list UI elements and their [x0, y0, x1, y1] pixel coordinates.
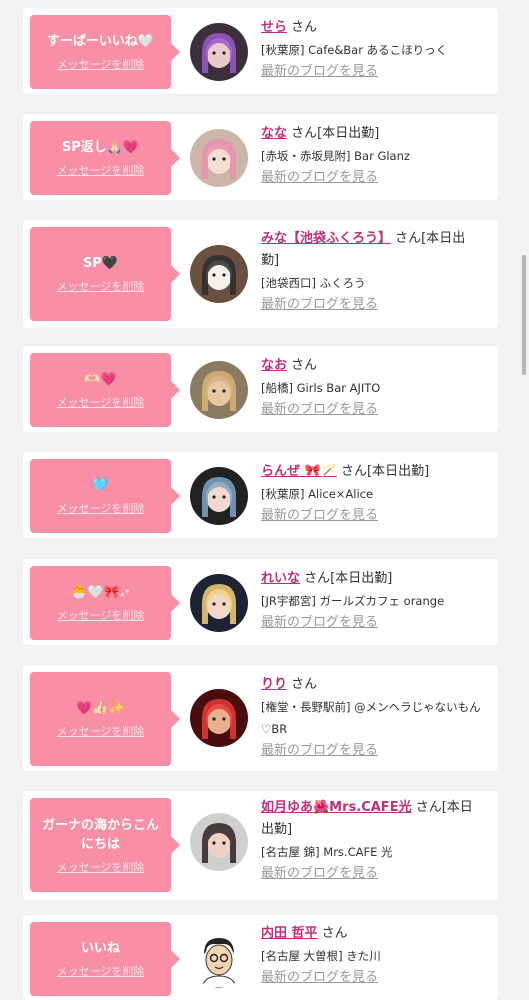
message-bubble: 🐣🤍🎀.· メッセージを削除	[30, 566, 180, 640]
latest-blog-link[interactable]: 最新のブログを見る	[261, 863, 483, 885]
sender-line: りり さん	[261, 674, 483, 696]
message-card: 🫶🏻💗 メッセージを削除 なお さん [船橋] Girls Bar AJITO 最新のブ…	[23, 346, 498, 432]
message-card: 🐣🤍🎀.· メッセージを削除 れいな さん[本日出勤] [JR宇都宮] ガールズカフェ…	[23, 559, 498, 645]
sender-info: らんぜ 🎀🪄 さん[本日出勤] [秋葉原] Alice×Alice 最新のブログを見…	[261, 461, 483, 527]
latest-blog-link[interactable]: 最新のブログを見る	[261, 167, 483, 189]
sender-suffix: さん	[287, 677, 318, 692]
message-card: 🩵 メッセージを削除 らんぜ 🎀🪄 さん[本日出勤] [秋葉原] Alice×Alic…	[23, 452, 498, 538]
sender-name-link[interactable]: れいな	[261, 571, 300, 586]
delete-message-link[interactable]: メッセージを削除	[57, 723, 145, 739]
message-bubble: 💗👍🏻✨ メッセージを削除	[30, 672, 180, 766]
avatar[interactable]	[190, 23, 248, 81]
sender-info: せら さん [秋葉原] Cafe&Bar あるこほりっく最新のブログを見る	[261, 17, 483, 83]
message-text: 💗👍🏻✨	[76, 701, 125, 716]
sender-info: りり さん [権堂・長野駅前] @メンヘラじゃないもん♡BR 最新のブログを見る	[261, 674, 483, 762]
message-card: すーぱーいいね🤍 メッセージを削除 せら さん [秋葉原] Cafe&Bar あるこほ…	[23, 8, 498, 94]
message-bubble: SP返し🙏🏻💗 メッセージを削除	[30, 121, 180, 195]
latest-blog-link[interactable]: 最新のブログを見る	[261, 61, 483, 83]
shop-location: [権堂・長野駅前] @メンヘラじゃないもん♡BR	[261, 700, 481, 736]
latest-blog-link[interactable]: 最新のブログを見る	[261, 399, 483, 421]
message-card: ガーナの海からこんにちは メッセージを削除 如月ゆあ🌺Mrs.CAFE光 さん[本日…	[23, 791, 498, 900]
sender-line: 内田 哲平 さん	[261, 923, 483, 945]
message-card: SP返し🙏🏻💗 メッセージを削除 なな さん[本日出勤] [赤坂・赤坂見附] Bar …	[23, 114, 498, 200]
sender-name-link[interactable]: らんぜ 🎀🪄	[261, 464, 337, 479]
sender-name-link[interactable]: 如月ゆあ🌺Mrs.CAFE光	[261, 800, 412, 815]
shop-location: [赤坂・赤坂見附] Bar Glanz	[261, 149, 410, 163]
sender-suffix: さん	[317, 926, 348, 941]
message-text: 🫶🏻💗	[84, 372, 117, 387]
message-bubble: SP🖤 メッセージを削除	[30, 227, 180, 321]
message-text: SP🖤	[82, 256, 119, 271]
sender-name-link[interactable]: みな【池袋ふくろう】	[261, 231, 391, 246]
delete-message-link[interactable]: メッセージを削除	[57, 963, 145, 979]
sender-name-link[interactable]: なな	[261, 126, 287, 141]
sender-name-link[interactable]: りり	[261, 677, 287, 692]
sender-suffix: さん	[287, 358, 318, 373]
shop-location: [秋葉原] Alice×Alice	[261, 487, 374, 501]
message-bubble: 🫶🏻💗 メッセージを削除	[30, 353, 180, 427]
sender-line: れいな さん[本日出勤]	[261, 568, 483, 590]
sender-line: なな さん[本日出勤]	[261, 123, 483, 145]
sender-info: 如月ゆあ🌺Mrs.CAFE光 さん[本日出勤] [名古屋 錦] Mrs.CAFE …	[261, 797, 483, 885]
shop-location: [船橋] Girls Bar AJITO	[261, 381, 381, 395]
message-text: SP返し🙏🏻💗	[61, 140, 140, 155]
message-text: ガーナの海からこんにちは	[41, 817, 159, 852]
avatar[interactable]	[190, 813, 248, 871]
avatar[interactable]	[190, 930, 248, 988]
avatar[interactable]	[190, 467, 248, 525]
delete-message-link[interactable]: メッセージを削除	[57, 56, 145, 72]
shop-location: [名古屋 大曽根] きた川	[261, 949, 381, 963]
delete-message-link[interactable]: メッセージを削除	[57, 394, 145, 410]
sender-suffix: さん[本日出勤]	[336, 464, 430, 479]
delete-message-link[interactable]: メッセージを削除	[57, 859, 145, 875]
message-bubble: すーぱーいいね🤍 メッセージを削除	[30, 15, 180, 89]
latest-blog-link[interactable]: 最新のブログを見る	[261, 967, 483, 989]
message-text: すーぱーいいね🤍	[46, 34, 155, 49]
scrollbar[interactable]	[522, 255, 526, 375]
sender-info: れいな さん[本日出勤] [JR宇都宮] ガールズカフェ orange 最新のブログ…	[261, 568, 483, 634]
message-card: 💗👍🏻✨ メッセージを削除 りり さん [権堂・長野駅前] @メンヘラじゃないもん♡B…	[23, 665, 498, 771]
shop-location: [JR宇都宮] ガールズカフェ orange	[261, 594, 445, 608]
sender-line: せら さん	[261, 17, 483, 39]
sender-line: なお さん	[261, 355, 483, 377]
shop-location: [名古屋 錦] Mrs.CAFE 光	[261, 845, 393, 859]
message-bubble: 🩵 メッセージを削除	[30, 459, 180, 533]
sender-info: 内田 哲平 さん [名古屋 大曽根] きた川最新のブログを見る	[261, 923, 483, 989]
sender-name-link[interactable]: なお	[261, 358, 287, 373]
latest-blog-link[interactable]: 最新のブログを見る	[261, 294, 483, 316]
sender-line: みな【池袋ふくろう】 さん[本日出勤]	[261, 228, 483, 272]
delete-message-link[interactable]: メッセージを削除	[57, 500, 145, 516]
latest-blog-link[interactable]: 最新のブログを見る	[261, 505, 483, 527]
avatar[interactable]	[190, 129, 248, 187]
sender-line: らんぜ 🎀🪄 さん[本日出勤]	[261, 461, 483, 483]
message-card: いいねメッセージを削除 内田 哲平 さん [名古屋 大曽根] きた川最新のブログを見…	[23, 915, 498, 1000]
avatar[interactable]	[190, 689, 248, 747]
latest-blog-link[interactable]: 最新のブログを見る	[261, 612, 483, 634]
avatar[interactable]	[190, 361, 248, 419]
delete-message-link[interactable]: メッセージを削除	[57, 162, 145, 178]
avatar[interactable]	[190, 245, 248, 303]
sender-line: 如月ゆあ🌺Mrs.CAFE光 さん[本日出勤]	[261, 797, 483, 841]
shop-location: [秋葉原] Cafe&Bar あるこほりっく	[261, 43, 448, 57]
sender-info: みな【池袋ふくろう】 さん[本日出勤] [池袋西口] ふくろう最新のブログを見る	[261, 228, 483, 316]
message-text: 🐣🤍🎀.·	[71, 585, 130, 600]
sender-suffix: さん	[287, 20, 318, 35]
delete-message-link[interactable]: メッセージを削除	[57, 278, 145, 294]
message-text: 🩵	[92, 478, 109, 493]
sender-suffix: さん[本日出勤]	[287, 126, 380, 141]
delete-message-link[interactable]: メッセージを削除	[57, 607, 145, 623]
message-card: SP🖤 メッセージを削除 みな【池袋ふくろう】 さん[本日出勤] [池袋西口] ふくろ…	[23, 220, 498, 328]
shop-location: [池袋西口] ふくろう	[261, 276, 366, 290]
avatar[interactable]	[190, 574, 248, 632]
sender-name-link[interactable]: せら	[261, 20, 287, 35]
message-bubble: いいねメッセージを削除	[30, 922, 180, 996]
sender-name-link[interactable]: 内田 哲平	[261, 926, 318, 941]
sender-suffix: さん[本日出勤]	[300, 571, 393, 586]
sender-info: なお さん [船橋] Girls Bar AJITO 最新のブログを見る	[261, 355, 483, 421]
message-text: いいね	[80, 941, 120, 956]
sender-info: なな さん[本日出勤] [赤坂・赤坂見附] Bar Glanz 最新のブログを見る	[261, 123, 483, 189]
latest-blog-link[interactable]: 最新のブログを見る	[261, 740, 483, 762]
message-bubble: ガーナの海からこんにちはメッセージを削除	[30, 798, 180, 892]
